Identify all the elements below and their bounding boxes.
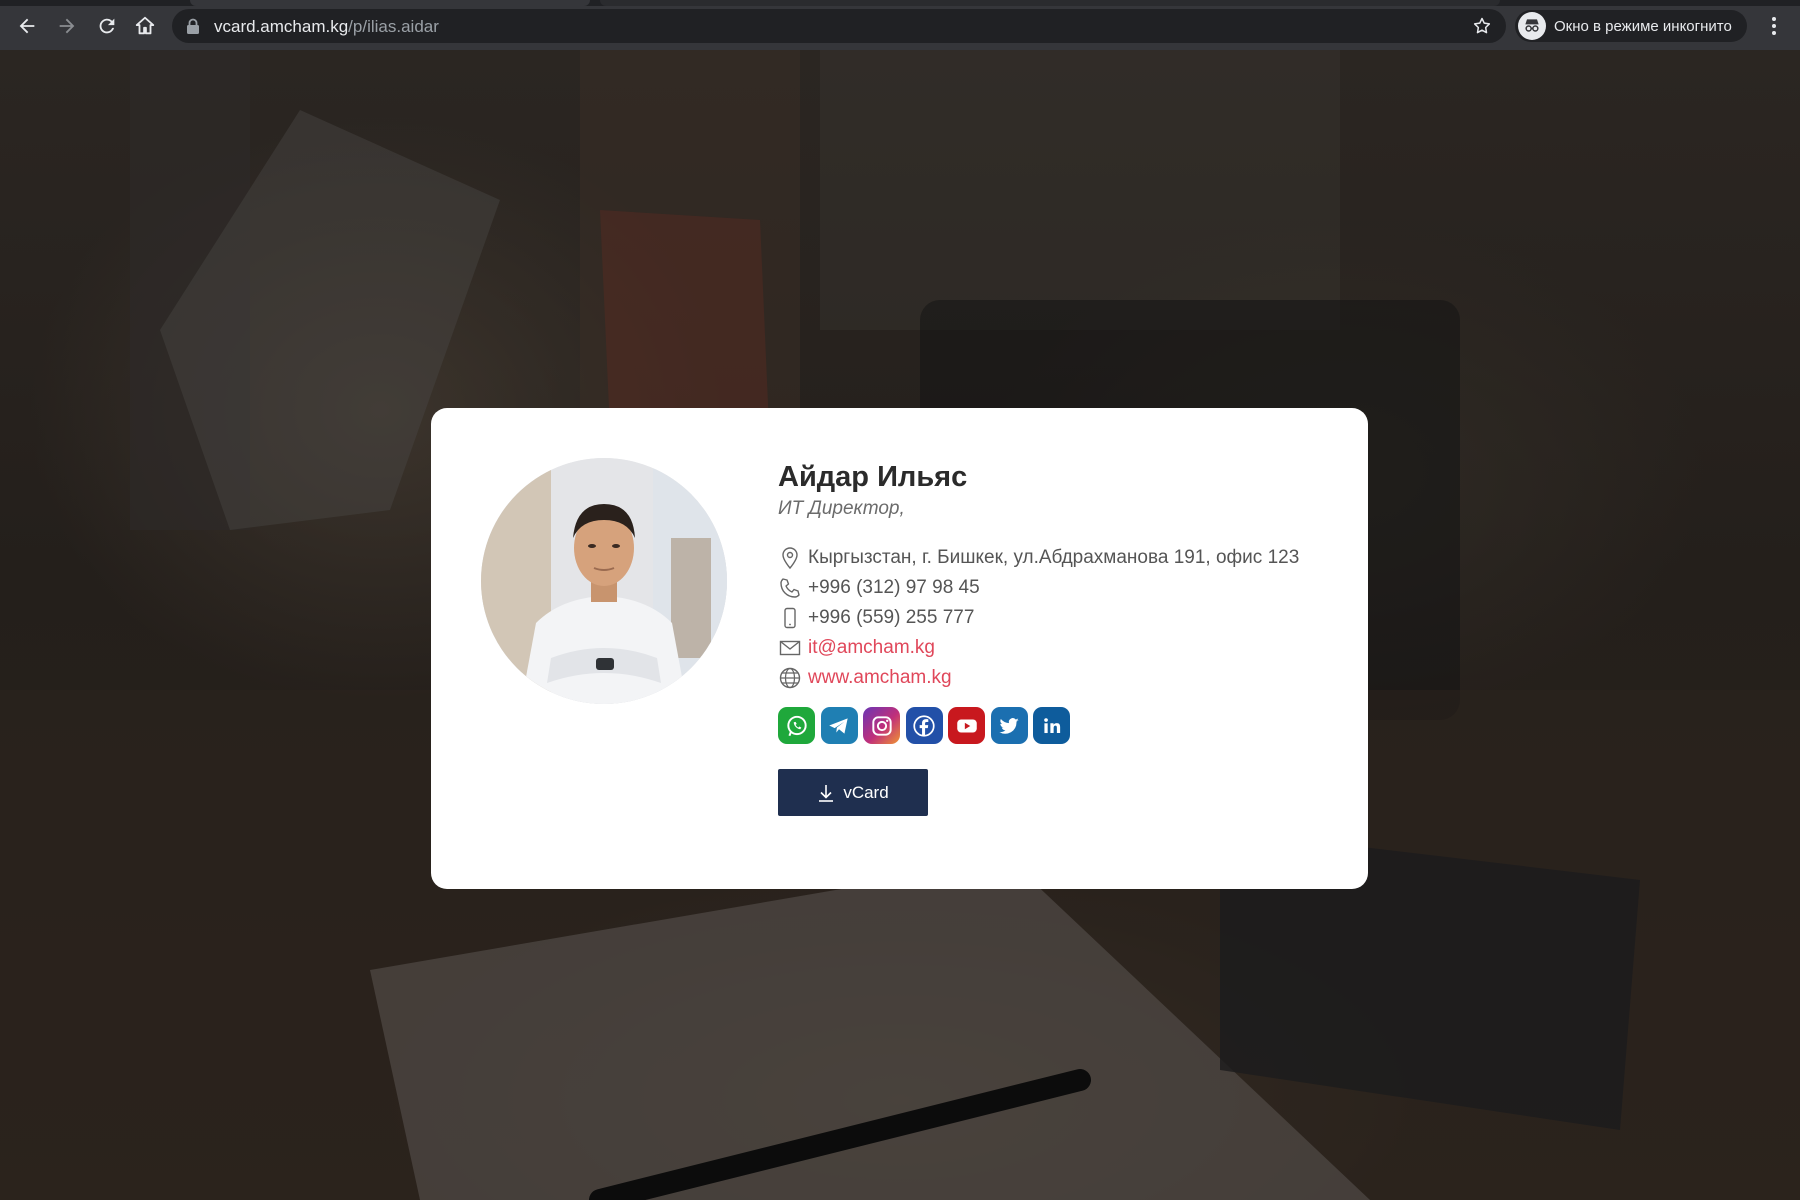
phone-row: +996 (312) 97 98 45 — [778, 573, 1338, 603]
address-bar[interactable]: vcard.amcham.kg/p/ilias.aidar — [172, 9, 1506, 43]
url-text[interactable]: vcard.amcham.kg/p/ilias.aidar — [214, 17, 439, 37]
url-host: vcard.amcham.kg — [214, 17, 349, 36]
address-row: Кыргызстан, г. Бишкек, ул.Абдрахманова 1… — [778, 543, 1338, 573]
reload-icon[interactable] — [92, 11, 122, 41]
job-title: ИТ Директор, — [778, 498, 905, 519]
youtube-icon[interactable] — [948, 707, 985, 744]
mobile-row: +996 (559) 255 777 — [778, 603, 1338, 633]
incognito-label: Окно в режиме инкогнито — [1554, 17, 1732, 35]
vcard-button-label: vCard — [843, 782, 889, 802]
whatsapp-icon[interactable] — [778, 707, 815, 744]
home-icon[interactable] — [130, 11, 160, 41]
bookmark-star-icon[interactable] — [1472, 16, 1492, 36]
email-row: it@amcham.kg — [778, 633, 1338, 663]
download-icon — [819, 784, 834, 802]
address-text: Кыргызстан, г. Бишкек, ул.Абдрахманова 1… — [808, 547, 1300, 568]
linkedin-icon[interactable] — [1033, 707, 1070, 744]
social-links — [778, 707, 1338, 745]
email-icon — [778, 636, 802, 660]
telegram-icon[interactable] — [820, 707, 858, 744]
tab-strip — [0, 0, 1800, 6]
mobile-icon — [778, 606, 802, 630]
back-icon[interactable] — [12, 11, 42, 41]
location-icon — [778, 546, 802, 570]
download-vcard-button[interactable]: vCard — [778, 769, 928, 816]
lock-icon[interactable] — [186, 18, 200, 34]
phone-text[interactable]: +996 (312) 97 98 45 — [808, 577, 980, 599]
incognito-indicator[interactable]: Окно в режиме инкогнито — [1515, 10, 1747, 42]
website-row: www.amcham.kg — [778, 663, 1338, 693]
forward-icon[interactable] — [52, 11, 82, 41]
contact-list: Кыргызстан, г. Бишкек, ул.Абдрахманова 1… — [778, 543, 1338, 693]
menu-kebab-icon[interactable] — [1764, 14, 1784, 38]
twitter-icon[interactable] — [990, 707, 1028, 744]
person-name: Айдар Ильяс — [778, 461, 968, 493]
profile-photo — [481, 458, 727, 704]
globe-icon — [778, 666, 802, 690]
email-link[interactable]: it@amcham.kg — [808, 637, 935, 659]
website-link[interactable]: www.amcham.kg — [808, 667, 952, 689]
phone-icon — [778, 576, 802, 600]
mobile-text[interactable]: +996 (559) 255 777 — [808, 607, 974, 629]
url-path: /p/ilias.aidar — [348, 17, 439, 36]
incognito-icon — [1518, 12, 1546, 40]
contact-info: Айдар Ильяс ИТ Директор, Кыргызстан, г. … — [778, 460, 1338, 816]
facebook-icon[interactable] — [905, 707, 943, 744]
vcard-panel: Айдар Ильяс ИТ Директор, Кыргызстан, г. … — [431, 408, 1368, 889]
avatar — [481, 458, 727, 704]
instagram-icon[interactable] — [863, 707, 900, 744]
browser-toolbar: vcard.amcham.kg/p/ilias.aidar Окно в реж… — [0, 0, 1800, 50]
